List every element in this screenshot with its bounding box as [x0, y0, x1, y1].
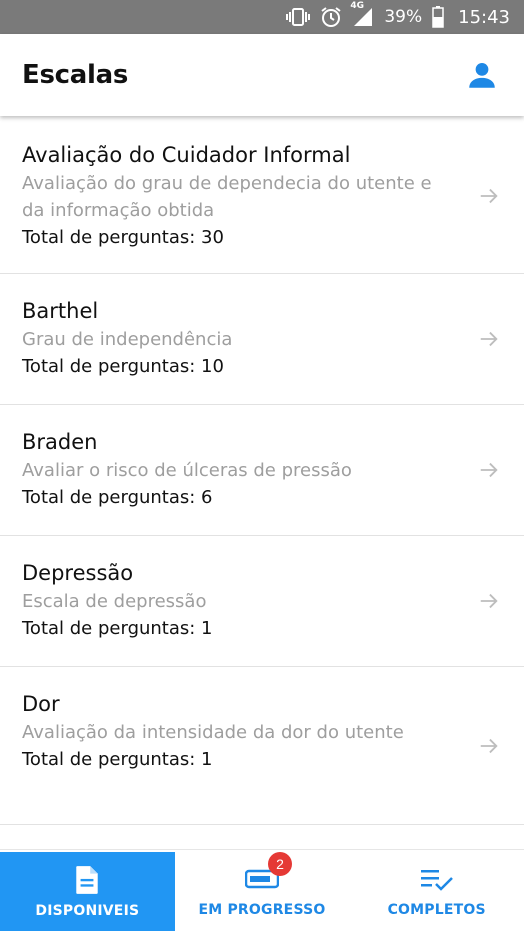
app-header: Escalas: [0, 34, 524, 116]
clock: 15:43: [458, 6, 510, 28]
notification-badge: 2: [268, 851, 292, 876]
person-icon: [469, 62, 495, 88]
tab-disponiveis[interactable]: DISPONIVEIS: [0, 852, 175, 931]
arrow-right-icon: [476, 588, 502, 614]
item-title: Braden: [22, 430, 98, 454]
item-total-questions: Total de perguntas: 1: [22, 618, 213, 639]
profile-button[interactable]: [462, 55, 502, 95]
tab-completos[interactable]: COMPLETOS: [349, 850, 524, 931]
list-item-dor[interactable]: Dor Avaliação da intensidade da dor do u…: [0, 667, 524, 825]
list-item-braden[interactable]: Braden Avaliar o risco de úlceras de pre…: [0, 405, 524, 536]
tab-label: EM PROGRESSO: [198, 901, 326, 918]
bottom-navigation: DISPONIVEIS 2 EM PROGRESSO COMPLETOS: [0, 849, 524, 931]
item-total-questions: Total de perguntas: 10: [22, 356, 224, 377]
item-total-questions: Total de perguntas: 1: [22, 749, 213, 770]
item-total-questions: Total de perguntas: 6: [22, 487, 213, 508]
vibrate-icon: [286, 7, 311, 27]
tab-label: COMPLETOS: [387, 901, 486, 918]
status-bar: 4G 39% 15:43: [0, 0, 524, 34]
scales-list: Avaliação do Cuidador Informal Avaliação…: [0, 118, 524, 848]
document-icon: [69, 865, 105, 895]
page-title: Escalas: [22, 60, 129, 90]
tab-label: DISPONIVEIS: [35, 902, 140, 919]
item-title: Barthel: [22, 299, 99, 323]
battery-icon: [432, 6, 444, 28]
item-description: Avaliação da intensidade da dor do utent…: [22, 722, 404, 743]
signal-icon: 4G: [350, 1, 374, 27]
battery-percentage: 39%: [384, 7, 423, 27]
arrow-right-icon: [476, 183, 502, 209]
item-total-questions: Total de perguntas: 30: [22, 227, 224, 248]
list-item-barthel[interactable]: Barthel Grau de independência Total de p…: [0, 274, 524, 405]
item-description: Grau de independência: [22, 329, 233, 350]
arrow-right-icon: [476, 326, 502, 352]
item-description: Avaliação do grau de dependecia do utent…: [22, 173, 432, 221]
checklist-icon: [419, 864, 455, 894]
item-title: Depressão: [22, 561, 134, 585]
tab-em-progresso[interactable]: 2 EM PROGRESSO: [175, 850, 350, 931]
item-title: Avaliação do Cuidador Informal: [22, 143, 351, 167]
item-description: Avaliar o risco de úlceras de pressão: [22, 460, 352, 481]
network-type: 4G: [350, 1, 364, 11]
item-description: Escala de depressão: [22, 591, 207, 612]
list-item-depressao[interactable]: Depressão Escala de depressão Total de p…: [0, 536, 524, 667]
item-title: Dor: [22, 692, 60, 716]
list-item-cuidador-informal[interactable]: Avaliação do Cuidador Informal Avaliação…: [0, 118, 524, 274]
arrow-right-icon: [476, 457, 502, 483]
alarm-icon: [320, 6, 342, 28]
arrow-right-icon: [476, 733, 502, 759]
progress-bar-icon: 2: [244, 851, 292, 894]
